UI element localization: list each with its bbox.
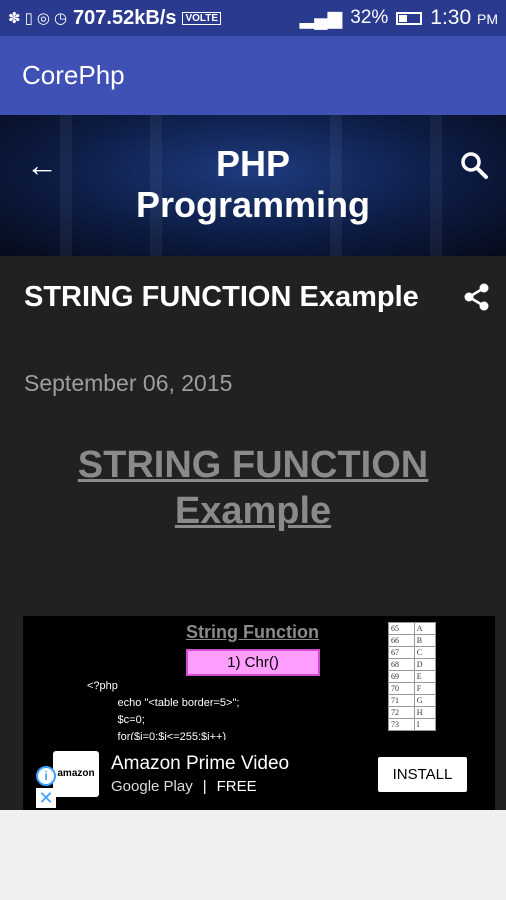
ascii-table-row: 65 A: [388, 622, 437, 635]
ascii-table-row: 68 D: [388, 658, 437, 671]
ascii-table-cell: 70: [388, 682, 415, 695]
ad-store: Google Play: [111, 778, 193, 795]
ascii-table-cell: A: [413, 622, 437, 635]
blog-header: ← PHP Programming: [0, 115, 506, 256]
app-title: CorePhp: [22, 60, 125, 90]
post-date: September 06, 2015: [24, 370, 233, 396]
ascii-table-cell: E: [413, 670, 437, 683]
ad-info-icon[interactable]: i: [36, 766, 56, 786]
ascii-table-cell: 68: [388, 658, 415, 671]
ascii-table-row: 73 I: [388, 718, 437, 731]
ascii-table-cell: 72: [388, 706, 415, 719]
ascii-table-cell: 71: [388, 694, 415, 707]
sync-icon: ◎: [36, 10, 50, 27]
ad-subline: Google Play | FREE: [111, 778, 257, 795]
search-icon[interactable]: [458, 149, 490, 181]
ascii-table-cell: I: [413, 718, 437, 731]
ad-price: FREE: [216, 778, 257, 795]
ascii-table-cell: C: [413, 646, 437, 659]
ascii-table-row: 67 C: [388, 646, 437, 659]
post-title: STRING FUNCTION Example: [24, 281, 419, 313]
ad-banner[interactable]: amazon Amazon Prime Video Google Play | …: [34, 740, 486, 808]
amazon-logo: amazon: [53, 751, 99, 797]
ascii-table-cell: B: [413, 634, 437, 647]
ascii-table-cell: D: [413, 658, 437, 671]
ad-close-icon[interactable]: ✕: [36, 788, 56, 808]
ad-separator: |: [202, 778, 207, 795]
status-bar: ✽ ▯ ◎ ◷ 707.52kB/s VOLTE ▂▄▆ 32% 1:30 PM: [0, 0, 506, 36]
ascii-table-row: 66 B: [388, 634, 437, 647]
volte-badge: VOLTE: [182, 11, 222, 25]
network-icon: ✽: [8, 10, 21, 27]
post-heading-link[interactable]: STRING FUNCTION Example: [20, 442, 486, 534]
alarm-icon: ◷: [53, 10, 68, 27]
ascii-table-cell: 69: [388, 670, 415, 683]
ascii-table-cell: 65: [388, 622, 415, 635]
ad-app-name: Amazon Prime Video: [111, 753, 290, 774]
image-heading: String Function: [186, 622, 319, 642]
data-speed: 707.52kB/s: [73, 6, 177, 29]
ascii-table-row: 72 H: [388, 706, 437, 719]
ascii-table-row: 69 E: [388, 670, 437, 683]
ascii-table-cell: 73: [388, 718, 415, 731]
clock: 1:30 PM: [430, 6, 498, 29]
ascii-table-cell: 67: [388, 646, 415, 659]
notification-icons: ✽ ▯ ◎ ◷: [8, 9, 67, 27]
bottom-area: [0, 810, 506, 900]
ascii-table-row: 70 F: [388, 682, 437, 695]
ascii-table: 65 A 66 B 67 C 68 D 69 E 70 F 71 G 72 H 73 I: [388, 622, 437, 731]
battery-icon: [396, 11, 423, 25]
ascii-table-cell: 66: [388, 634, 415, 647]
image-tag: 1) Chr(): [186, 649, 320, 676]
ascii-table-cell: G: [413, 694, 437, 707]
ascii-table-row: 71 G: [388, 694, 437, 707]
ascii-table-cell: H: [413, 706, 437, 719]
battery-percent: 32%: [350, 7, 389, 28]
vibrate-icon: ▯: [24, 10, 33, 27]
blog-title: PHP Programming: [135, 143, 371, 225]
image-code: <?php echo "<table border=5>"; $c=0; for…: [87, 680, 240, 743]
share-icon[interactable]: [462, 282, 492, 312]
signal-icon: ▂▄▆: [299, 7, 343, 29]
app-bar: CorePhp: [0, 36, 506, 115]
ascii-table-cell: F: [413, 682, 437, 695]
install-button[interactable]: INSTALL: [378, 757, 467, 792]
post-content: STRING FUNCTION Example September 06, 20…: [0, 256, 506, 810]
